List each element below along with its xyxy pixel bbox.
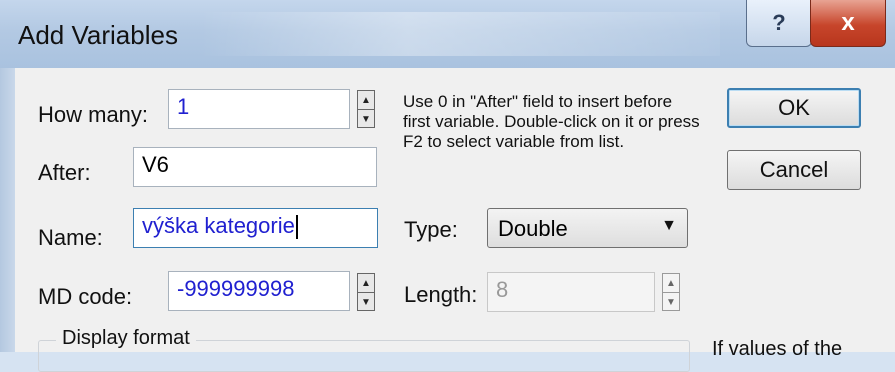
name-label: Name: <box>38 225 103 250</box>
md-code-label: MD code: <box>38 284 133 309</box>
spin-down-icon[interactable]: ▼ <box>358 293 374 311</box>
how-many-input[interactable]: 1 <box>168 89 350 129</box>
md-code-input[interactable]: -999999998 <box>168 271 350 311</box>
spin-down-icon: ▼ <box>666 296 676 308</box>
length-stepper: ▲ ▼ <box>662 273 680 311</box>
name-input[interactable]: výška kategorie <box>133 208 378 248</box>
title-bar: Add Variables ? x <box>0 0 895 68</box>
type-select[interactable]: Double ▼ <box>487 208 688 248</box>
how-many-stepper[interactable]: ▲ ▼ <box>357 90 375 128</box>
window-title: Add Variables <box>18 20 178 50</box>
help-icon: ? <box>772 10 786 35</box>
close-button[interactable]: x <box>810 0 886 47</box>
after-label: After: <box>38 160 91 185</box>
how-many-label: How many: <box>38 102 149 127</box>
spin-up-icon: ▲ <box>663 274 679 293</box>
type-label: Type: <box>404 217 458 242</box>
md-code-stepper[interactable]: ▲ ▼ <box>357 273 375 311</box>
chevron-down-icon: ▼ <box>661 217 677 234</box>
spin-up-icon[interactable]: ▲ <box>358 274 374 293</box>
length-input: 8 <box>487 272 655 312</box>
side-note-text: If values of the <box>712 338 843 360</box>
display-format-title: Display format <box>56 327 196 350</box>
ok-button[interactable]: OK <box>727 88 861 128</box>
after-input[interactable]: V6 <box>133 147 377 187</box>
length-label: Length: <box>404 282 478 307</box>
help-button[interactable]: ? <box>746 0 812 47</box>
name-input-text: výška kategorie <box>142 213 295 238</box>
spin-down-icon[interactable]: ▼ <box>358 110 374 128</box>
info-text: Use 0 in "After" field to insert before … <box>403 92 700 151</box>
type-select-value: Double <box>498 216 568 241</box>
cancel-button[interactable]: Cancel <box>727 150 861 190</box>
close-icon: x <box>841 9 855 36</box>
title-bar-glow <box>200 12 720 56</box>
window-frame-left <box>0 68 15 352</box>
spin-up-icon[interactable]: ▲ <box>358 91 374 110</box>
text-caret <box>295 215 298 240</box>
